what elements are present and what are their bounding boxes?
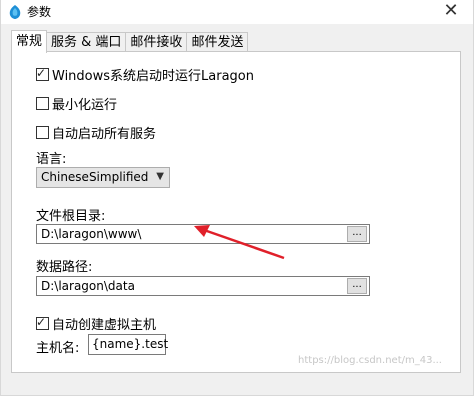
tab-mail-receive[interactable]: 邮件接收 (125, 32, 188, 53)
data-dir-field[interactable]: D:\laragon\data ... (36, 276, 370, 296)
laragon-app-icon (9, 5, 21, 19)
run-at-startup-label: Windows系统启动时运行Laragon (52, 69, 254, 84)
tab-services-ports[interactable]: 服务 & 端口 (46, 32, 127, 53)
auto-create-vhost-option[interactable]: ✓ 自动创建虚拟主机 (36, 314, 156, 333)
close-button[interactable]: ✕ (433, 0, 469, 24)
general-panel: ✓ Windows系统启动时运行Laragon 最小化运行 自动启动所有服务 语… (11, 51, 461, 373)
auto-create-vhost-checkbox[interactable]: ✓ (36, 315, 49, 330)
checkmark-icon: ✓ (36, 315, 47, 329)
language-select[interactable]: ChineseSimplified ▼ (36, 167, 170, 188)
auto-create-vhost-label: 自动创建虚拟主机 (52, 318, 157, 333)
document-root-browse-button[interactable]: ... (347, 226, 367, 242)
watermark-text: https://blog.csdn.net/m_43... (298, 355, 442, 366)
document-root-label: 文件根目录: (36, 209, 106, 224)
tab-strip: 常规 服务 & 端口 邮件接收 邮件发送 (11, 30, 249, 53)
tab-general[interactable]: 常规 (11, 30, 48, 53)
window-title: 参数 (27, 5, 52, 19)
run-minimized-label: 最小化运行 (52, 98, 118, 113)
hostname-label: 主机名: (36, 341, 80, 356)
chevron-down-icon: ▼ (156, 171, 164, 182)
autostart-all-option[interactable]: 自动启动所有服务 (36, 123, 156, 142)
data-dir-label: 数据路径: (36, 260, 93, 275)
document-root-value: D:\laragon\www\ (41, 227, 142, 241)
language-selected-value: ChineseSimplified (41, 170, 149, 184)
language-label: 语言: (36, 152, 67, 167)
checkmark-icon: ✓ (36, 66, 47, 80)
autostart-all-checkbox[interactable] (36, 126, 49, 139)
hostname-value: {name}.test (92, 337, 169, 351)
hostname-field[interactable]: {name}.test (88, 334, 169, 355)
preferences-window: 参数 ✕ 常规 服务 & 端口 邮件接收 邮件发送 ✓ Windows系统启动时… (0, 0, 474, 396)
tab-mail-send[interactable]: 邮件发送 (186, 32, 249, 53)
data-dir-browse-button[interactable]: ... (347, 278, 367, 294)
data-dir-value: D:\laragon\data (41, 279, 135, 293)
run-at-startup-checkbox[interactable]: ✓ (36, 66, 49, 81)
autostart-all-label: 自动启动所有服务 (52, 127, 157, 142)
title-bar: 参数 ✕ (1, 0, 473, 24)
run-minimized-option[interactable]: 最小化运行 (36, 94, 117, 113)
run-minimized-checkbox[interactable] (36, 97, 49, 110)
annotation-arrow-icon (194, 225, 285, 260)
run-at-startup-option[interactable]: ✓ Windows系统启动时运行Laragon (36, 65, 254, 84)
